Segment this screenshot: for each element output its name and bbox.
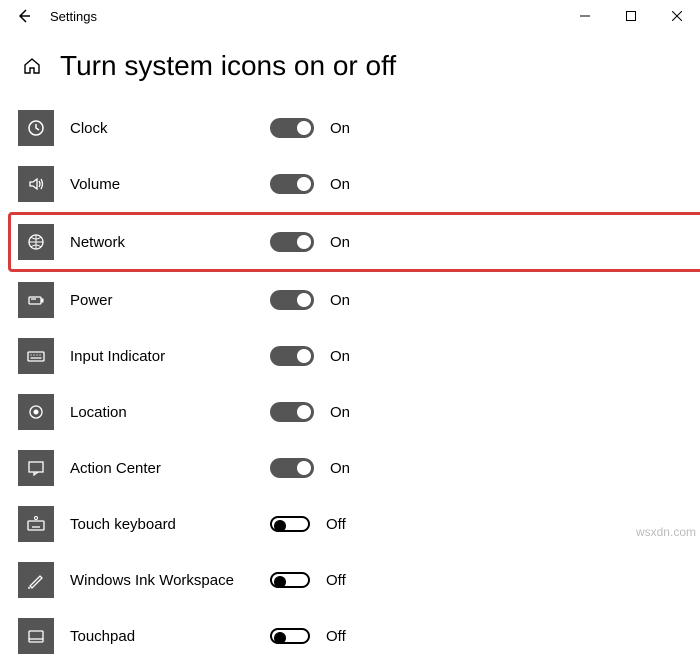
setting-label: Clock xyxy=(70,120,270,137)
setting-row-location: Location On xyxy=(18,384,682,440)
page-header: Turn system icons on or off xyxy=(0,32,700,100)
maximize-button[interactable] xyxy=(608,0,654,32)
toggle-power[interactable] xyxy=(270,290,314,310)
globe-icon xyxy=(18,224,54,260)
setting-label: Location xyxy=(70,404,270,421)
toggle-volume[interactable] xyxy=(270,174,314,194)
setting-row-input: Input Indicator On xyxy=(18,328,682,384)
setting-row-power: Power On xyxy=(18,272,682,328)
setting-row-clock: Clock On xyxy=(18,100,682,156)
setting-label: Touchpad xyxy=(70,628,270,645)
home-button[interactable] xyxy=(18,52,46,80)
ink-icon xyxy=(18,562,54,598)
toggle-input[interactable] xyxy=(270,346,314,366)
toggle-state-label: On xyxy=(330,234,350,251)
toggle-ink[interactable] xyxy=(270,572,310,588)
action-center-icon xyxy=(18,450,54,486)
setting-label: Input Indicator xyxy=(70,348,270,365)
back-button[interactable] xyxy=(8,0,40,32)
setting-row-touchkb: Touch keyboard Off xyxy=(18,496,682,552)
toggle-state-label: On xyxy=(330,120,350,137)
home-icon xyxy=(22,56,42,76)
toggle-action[interactable] xyxy=(270,458,314,478)
toggle-state-label: On xyxy=(330,404,350,421)
setting-row-action: Action Center On xyxy=(18,440,682,496)
toggle-clock[interactable] xyxy=(270,118,314,138)
volume-icon xyxy=(18,166,54,202)
page-title: Turn system icons on or off xyxy=(60,50,396,82)
setting-row-touchpad: Touchpad Off xyxy=(18,608,682,664)
setting-row-ink: Windows Ink Workspace Off xyxy=(18,552,682,608)
touch-keyboard-icon xyxy=(18,506,54,542)
setting-label: Power xyxy=(70,292,270,309)
minimize-icon xyxy=(580,11,590,21)
toggle-state-label: On xyxy=(330,292,350,309)
toggle-network[interactable] xyxy=(270,232,314,252)
setting-label: Network xyxy=(70,234,270,251)
maximize-icon xyxy=(626,11,636,21)
toggle-state-label: Off xyxy=(326,516,346,533)
settings-list: ClockOnVolumeOnNetworkOnPowerOnInput Ind… xyxy=(0,100,700,664)
close-button[interactable] xyxy=(654,0,700,32)
minimize-button[interactable] xyxy=(562,0,608,32)
toggle-state-label: On xyxy=(330,176,350,193)
watermark: wsxdn.com xyxy=(636,525,696,539)
setting-label: Windows Ink Workspace xyxy=(70,572,270,589)
toggle-location[interactable] xyxy=(270,402,314,422)
location-icon xyxy=(18,394,54,430)
toggle-state-label: On xyxy=(330,348,350,365)
setting-label: Action Center xyxy=(70,460,270,477)
battery-icon xyxy=(18,282,54,318)
setting-row-volume: Volume On xyxy=(18,156,682,212)
setting-row-network: Network On xyxy=(8,212,700,272)
toggle-state-label: Off xyxy=(326,628,346,645)
toggle-touchpad[interactable] xyxy=(270,628,310,644)
keyboard-icon xyxy=(18,338,54,374)
clock-icon xyxy=(18,110,54,146)
setting-label: Volume xyxy=(70,176,270,193)
close-icon xyxy=(672,11,682,21)
toggle-state-label: Off xyxy=(326,572,346,589)
touchpad-icon xyxy=(18,618,54,654)
titlebar: Settings xyxy=(0,0,700,32)
back-arrow-icon xyxy=(16,8,32,24)
app-title: Settings xyxy=(40,9,97,24)
window-controls xyxy=(562,0,700,32)
setting-label: Touch keyboard xyxy=(70,516,270,533)
toggle-state-label: On xyxy=(330,460,350,477)
toggle-touchkb[interactable] xyxy=(270,516,310,532)
